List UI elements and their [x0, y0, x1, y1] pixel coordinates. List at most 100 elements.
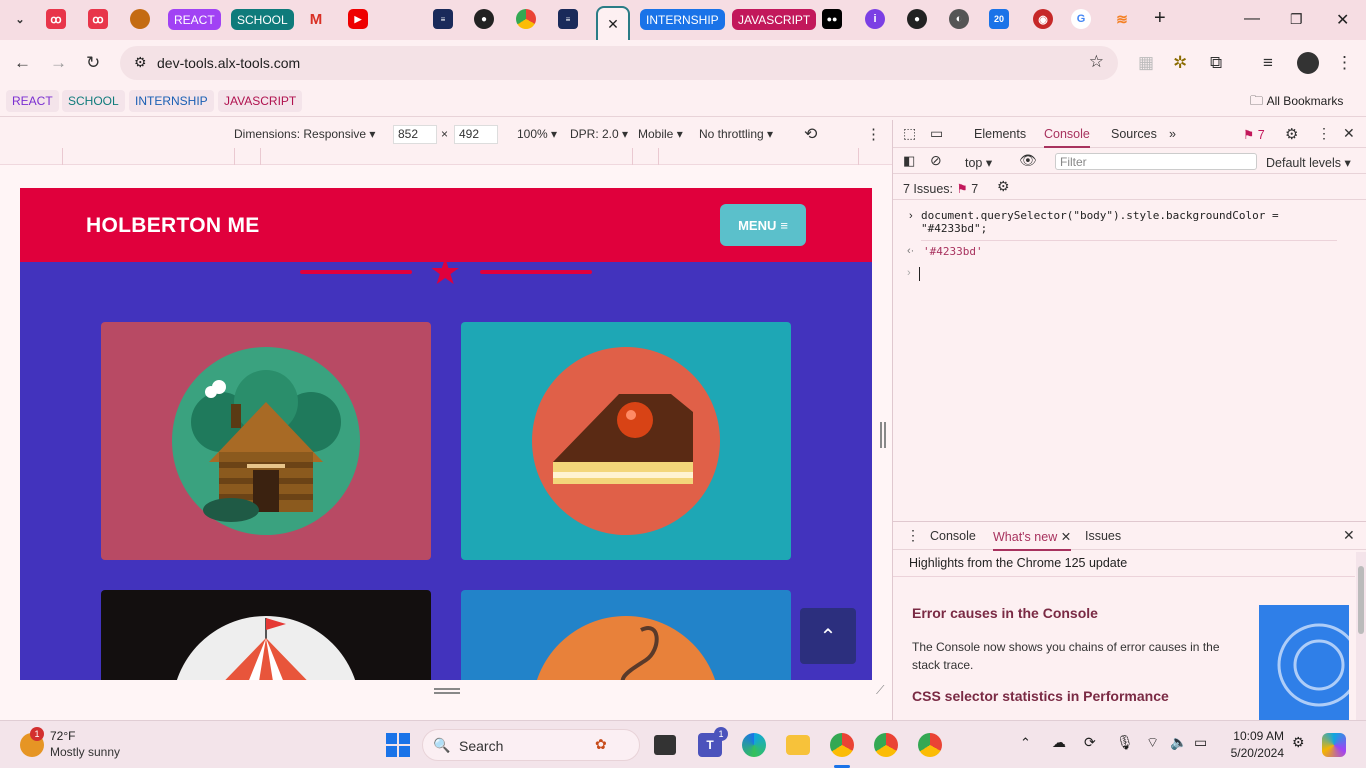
address-bar[interactable]: ⚙ dev-tools.alx-tools.com ☆	[120, 46, 1118, 80]
console-result[interactable]: '#4233bd'	[923, 245, 983, 258]
tab-react[interactable]: REACT	[168, 9, 221, 30]
edge-icon[interactable]	[742, 733, 766, 757]
device-toggle-icon[interactable]: ▭	[930, 125, 943, 142]
sync-icon[interactable]: ⟳	[1084, 734, 1096, 751]
tab-favicon[interactable]: ≡	[433, 9, 453, 29]
settings-gear-icon[interactable]: ⚙	[1285, 125, 1298, 143]
github-icon[interactable]: ●	[907, 9, 927, 29]
reload-icon[interactable]: ↻	[86, 53, 100, 73]
volume-icon[interactable]: 🔈	[1170, 734, 1187, 751]
gmail-icon[interactable]: M	[306, 9, 326, 29]
resize-handle-right[interactable]	[880, 422, 886, 448]
rotate-icon[interactable]: ⟲	[804, 124, 817, 144]
mode-select[interactable]: Mobile ▾	[638, 127, 683, 141]
context-select[interactable]: top ▾	[965, 155, 992, 170]
battery-icon[interactable]: ▭	[1194, 734, 1207, 751]
close-icon[interactable]: ✕	[607, 16, 619, 33]
more-tabs-icon[interactable]: »	[1169, 127, 1176, 141]
tab-search-icon[interactable]: ⌄	[10, 9, 30, 29]
active-tab[interactable]: ✕	[596, 6, 630, 40]
drawer-menu-icon[interactable]: ⋮	[906, 527, 920, 544]
clock-time[interactable]: 10:09 AM	[1228, 729, 1284, 743]
bookmark-star-icon[interactable]: ☆	[1089, 52, 1104, 72]
clear-console-icon[interactable]: ⊘	[930, 152, 942, 169]
filter-input[interactable]: Filter	[1055, 153, 1257, 170]
width-input[interactable]: 852	[393, 125, 437, 144]
tab-favicon[interactable]: i	[865, 9, 885, 29]
close-drawer-icon[interactable]: ✕	[1343, 527, 1355, 544]
taskbar-search[interactable]: 🔍 Search ✿	[422, 729, 640, 761]
tab-favicon[interactable]: ◉	[1033, 9, 1053, 29]
resize-corner-icon[interactable]: ⟋	[876, 683, 884, 698]
microphone-icon[interactable]: 🎙	[1116, 734, 1134, 751]
weather-desc[interactable]: Mostly sunny	[50, 745, 120, 759]
issues-label[interactable]: 7 Issues: ⚑ 7	[903, 181, 978, 196]
levels-select[interactable]: Default levels ▾	[1266, 155, 1351, 170]
height-input[interactable]: 492	[454, 125, 498, 144]
new-tab-button[interactable]: +	[1154, 7, 1166, 30]
clock-date[interactable]: 5/20/2024	[1228, 746, 1284, 760]
tab-console[interactable]: Console	[1044, 127, 1090, 148]
windows-start-icon[interactable]	[386, 733, 410, 757]
resize-handle-bottom[interactable]	[434, 688, 460, 694]
scroll-to-top-button[interactable]: ⌃	[800, 608, 856, 664]
back-icon[interactable]: ←	[14, 53, 31, 73]
file-explorer-icon[interactable]	[786, 735, 810, 755]
whats-new-link[interactable]: CSS selector statistics in Performance	[912, 688, 1169, 704]
notification-icon[interactable]: ⚙	[1292, 734, 1305, 751]
extension-icon[interactable]: ✲	[1173, 53, 1187, 73]
bookmark-javascript[interactable]: JAVASCRIPT	[218, 90, 303, 112]
extension-icon[interactable]: ▦	[1138, 53, 1154, 73]
chrome-profile-icon[interactable]	[874, 733, 898, 757]
medium-icon[interactable]: ●●	[822, 9, 842, 29]
extensions-puzzle-icon[interactable]: ⧉	[1210, 53, 1222, 73]
copilot-icon[interactable]	[1322, 733, 1346, 757]
site-title[interactable]: HOLBERTON ME	[86, 214, 260, 238]
wifi-icon[interactable]: ⌔	[1146, 734, 1159, 752]
drawer-tab-console[interactable]: Console	[930, 529, 976, 543]
task-view-icon[interactable]	[654, 735, 676, 755]
tab-favicon[interactable]	[130, 9, 150, 29]
stackoverflow-icon[interactable]: ≋	[1112, 9, 1132, 29]
tab-elements[interactable]: Elements	[974, 127, 1026, 141]
drawer-tab-whats-new[interactable]: What's new ✕	[993, 529, 1072, 551]
portfolio-card[interactable]	[101, 322, 431, 560]
site-info-icon[interactable]: ⚙	[134, 54, 147, 71]
more-options-icon[interactable]: ⋮	[866, 125, 881, 143]
menu-button[interactable]: MENU ≡	[720, 204, 806, 246]
console-command[interactable]: document.querySelector("body").style.bac…	[921, 209, 1279, 235]
globe-icon[interactable]: ◐	[949, 9, 969, 29]
tab-javascript[interactable]: JAVASCRIPT	[732, 9, 817, 30]
close-icon[interactable]: ✕	[1061, 530, 1071, 544]
console-settings-icon[interactable]: ⚙	[997, 178, 1010, 195]
dpr-select[interactable]: DPR: 2.0 ▾	[570, 127, 628, 141]
tray-chevron-icon[interactable]: ⌃	[1020, 735, 1031, 751]
sidebar-toggle-icon[interactable]: ◧	[903, 153, 915, 169]
tab-favicon[interactable]: ≡	[558, 9, 578, 29]
throttling-select[interactable]: No throttling ▾	[699, 127, 773, 141]
avatar[interactable]	[1297, 52, 1319, 74]
weather-temp[interactable]: 72°F	[50, 729, 75, 743]
tab-sources[interactable]: Sources	[1111, 127, 1157, 141]
youtube-icon[interactable]: ▶	[348, 9, 368, 29]
inspect-icon[interactable]: ⬚	[903, 125, 916, 142]
tab-favicon[interactable]: ꝏ	[88, 9, 108, 29]
calendar-icon[interactable]: 20	[989, 9, 1009, 29]
forward-icon[interactable]: →	[50, 53, 67, 73]
all-bookmarks[interactable]: 🗀 All Bookmarks	[1250, 92, 1343, 114]
close-window-button[interactable]: ✕	[1336, 10, 1349, 30]
chrome-taskbar-icon[interactable]	[830, 733, 854, 757]
drawer-scrollbar[interactable]	[1356, 552, 1366, 720]
browser-menu-icon[interactable]: ⋮	[1336, 53, 1353, 73]
issues-counter[interactable]: ⚑ 7	[1243, 127, 1265, 142]
tab-internship[interactable]: INTERNSHIP	[640, 9, 725, 30]
live-expression-eye-icon[interactable]: 👁	[1019, 152, 1037, 169]
close-devtools-icon[interactable]: ✕	[1343, 125, 1355, 142]
portfolio-card[interactable]	[461, 590, 791, 680]
tab-favicon[interactable]: ꝏ	[46, 9, 66, 29]
whats-new-link[interactable]: Error causes in the Console	[912, 605, 1098, 621]
portfolio-card[interactable]	[461, 322, 791, 560]
url-text[interactable]: dev-tools.alx-tools.com	[157, 55, 300, 71]
onedrive-icon[interactable]: ☁	[1052, 734, 1066, 751]
chrome-icon[interactable]	[516, 9, 536, 29]
